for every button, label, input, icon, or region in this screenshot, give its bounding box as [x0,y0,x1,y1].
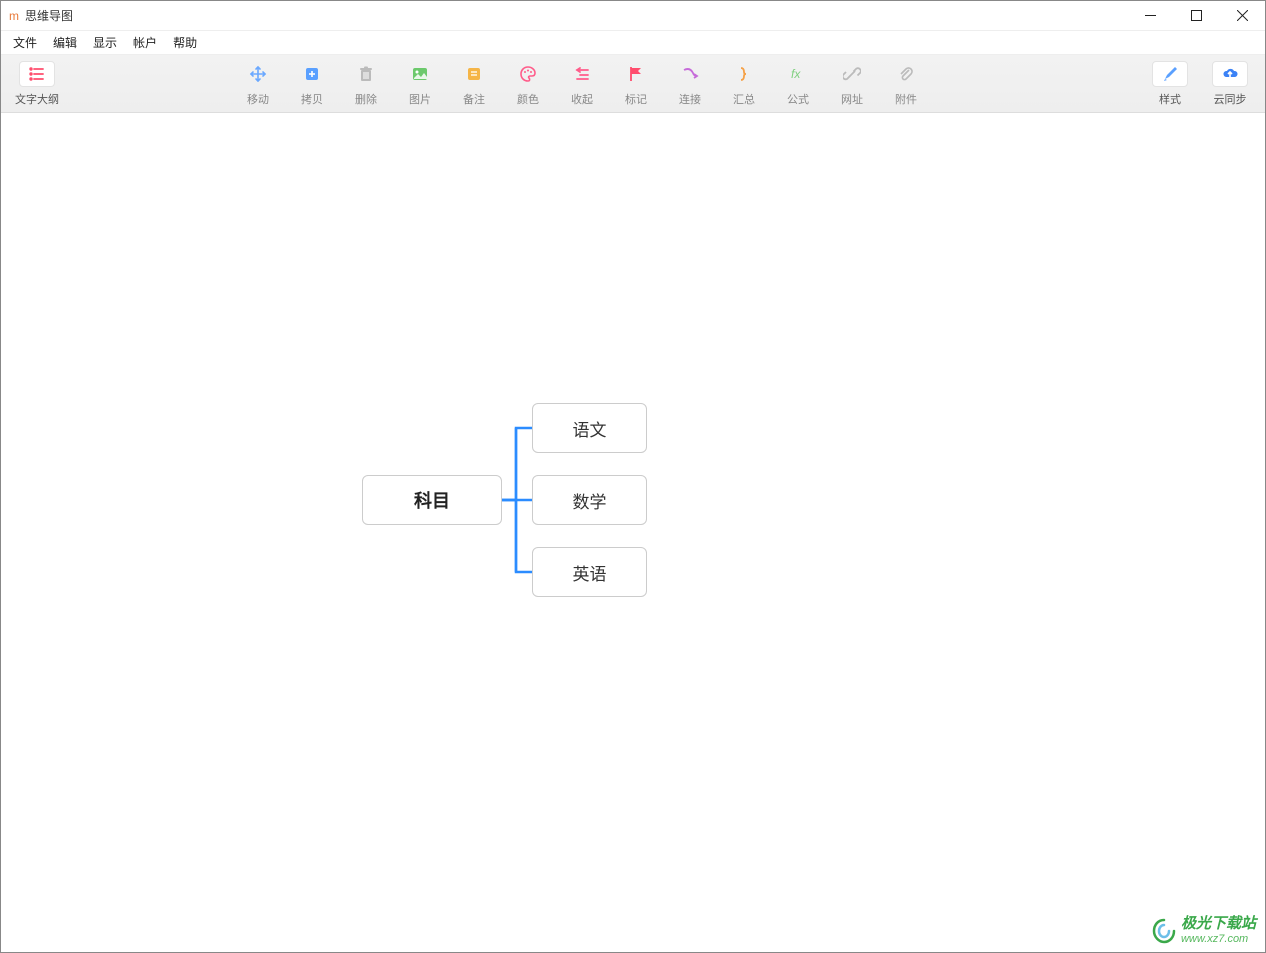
svg-text:fx: fx [791,67,801,81]
image-label: 图片 [409,91,431,107]
palette-icon [514,61,542,87]
connector-lines [502,403,532,597]
collapse-button[interactable]: 收起 [557,59,607,109]
formula-button[interactable]: fx 公式 [773,59,823,109]
color-button[interactable]: 颜色 [503,59,553,109]
delete-label: 删除 [355,91,377,107]
child-node-2[interactable]: 数学 [532,475,647,525]
flag-button[interactable]: 标记 [611,59,661,109]
style-label: 样式 [1159,91,1181,107]
attach-label: 附件 [895,91,917,107]
move-button[interactable]: 移动 [233,59,283,109]
minimize-icon [1145,10,1156,21]
paperclip-icon [892,61,920,87]
app-icon: m [9,9,19,23]
link-icon [838,61,866,87]
title-left: m 思维导图 [9,7,73,24]
image-button[interactable]: 图片 [395,59,445,109]
copy-button[interactable]: 拷贝 [287,59,337,109]
toolbar-left: 文字大纲 [11,59,63,109]
toolbar-mid: 移动 拷贝 删除 图片 备注 颜色 收起 标记 [233,59,931,109]
sync-label: 云同步 [1214,91,1247,107]
note-button[interactable]: 备注 [449,59,499,109]
connect-button[interactable]: 连接 [665,59,715,109]
toolbar: 文字大纲 移动 拷贝 删除 图片 备注 颜色 收起 [1,55,1265,113]
menu-file[interactable]: 文件 [5,32,45,53]
note-icon [460,61,488,87]
color-label: 颜色 [517,91,539,107]
attach-button[interactable]: 附件 [881,59,931,109]
maximize-icon [1191,10,1202,21]
menu-help[interactable]: 帮助 [165,32,205,53]
copy-icon [298,61,326,87]
formula-icon: fx [784,61,812,87]
close-icon [1237,10,1248,21]
brush-icon [1152,61,1188,87]
child-node-3[interactable]: 英语 [532,547,647,597]
outline-label: 文字大纲 [15,91,59,107]
watermark-url: www.xz7.com [1181,933,1256,945]
summary-button[interactable]: 汇总 [719,59,769,109]
connect-label: 连接 [679,91,701,107]
canvas[interactable]: 科目 语文 数学 英语 极光下载站 www.xz7.com [2,115,1264,951]
collapse-label: 收起 [571,91,593,107]
menu-bar: 文件 编辑 显示 帐户 帮助 [1,31,1265,55]
maximize-button[interactable] [1173,1,1219,30]
copy-label: 拷贝 [301,91,323,107]
trash-icon [352,61,380,87]
cloud-icon [1212,61,1248,87]
url-button[interactable]: 网址 [827,59,877,109]
flag-icon [622,61,650,87]
move-label: 移动 [247,91,269,107]
watermark-text: 极光下载站 www.xz7.com [1181,916,1256,945]
outline-button[interactable]: 文字大纲 [11,59,63,109]
title-bar: m 思维导图 [1,1,1265,31]
formula-label: 公式 [787,91,809,107]
move-icon [244,61,272,87]
watermark: 极光下载站 www.xz7.com [1151,916,1256,945]
list-icon [19,61,55,87]
child-node-1[interactable]: 语文 [532,403,647,453]
watermark-logo-icon [1151,918,1177,944]
watermark-name: 极光下载站 [1181,916,1256,933]
close-button[interactable] [1219,1,1265,30]
window-controls [1127,1,1265,30]
menu-view[interactable]: 显示 [85,32,125,53]
minimize-button[interactable] [1127,1,1173,30]
sync-button[interactable]: 云同步 [1205,59,1255,109]
image-icon [406,61,434,87]
menu-edit[interactable]: 编辑 [45,32,85,53]
delete-button[interactable]: 删除 [341,59,391,109]
root-node[interactable]: 科目 [362,475,502,525]
window-title: 思维导图 [25,7,73,24]
note-label: 备注 [463,91,485,107]
toolbar-right: 样式 云同步 [1145,59,1255,109]
menu-account[interactable]: 帐户 [125,32,165,53]
connect-icon [676,61,704,87]
collapse-icon [568,61,596,87]
brace-icon [730,61,758,87]
style-button[interactable]: 样式 [1145,59,1195,109]
flag-label: 标记 [625,91,647,107]
summary-label: 汇总 [733,91,755,107]
url-label: 网址 [841,91,863,107]
